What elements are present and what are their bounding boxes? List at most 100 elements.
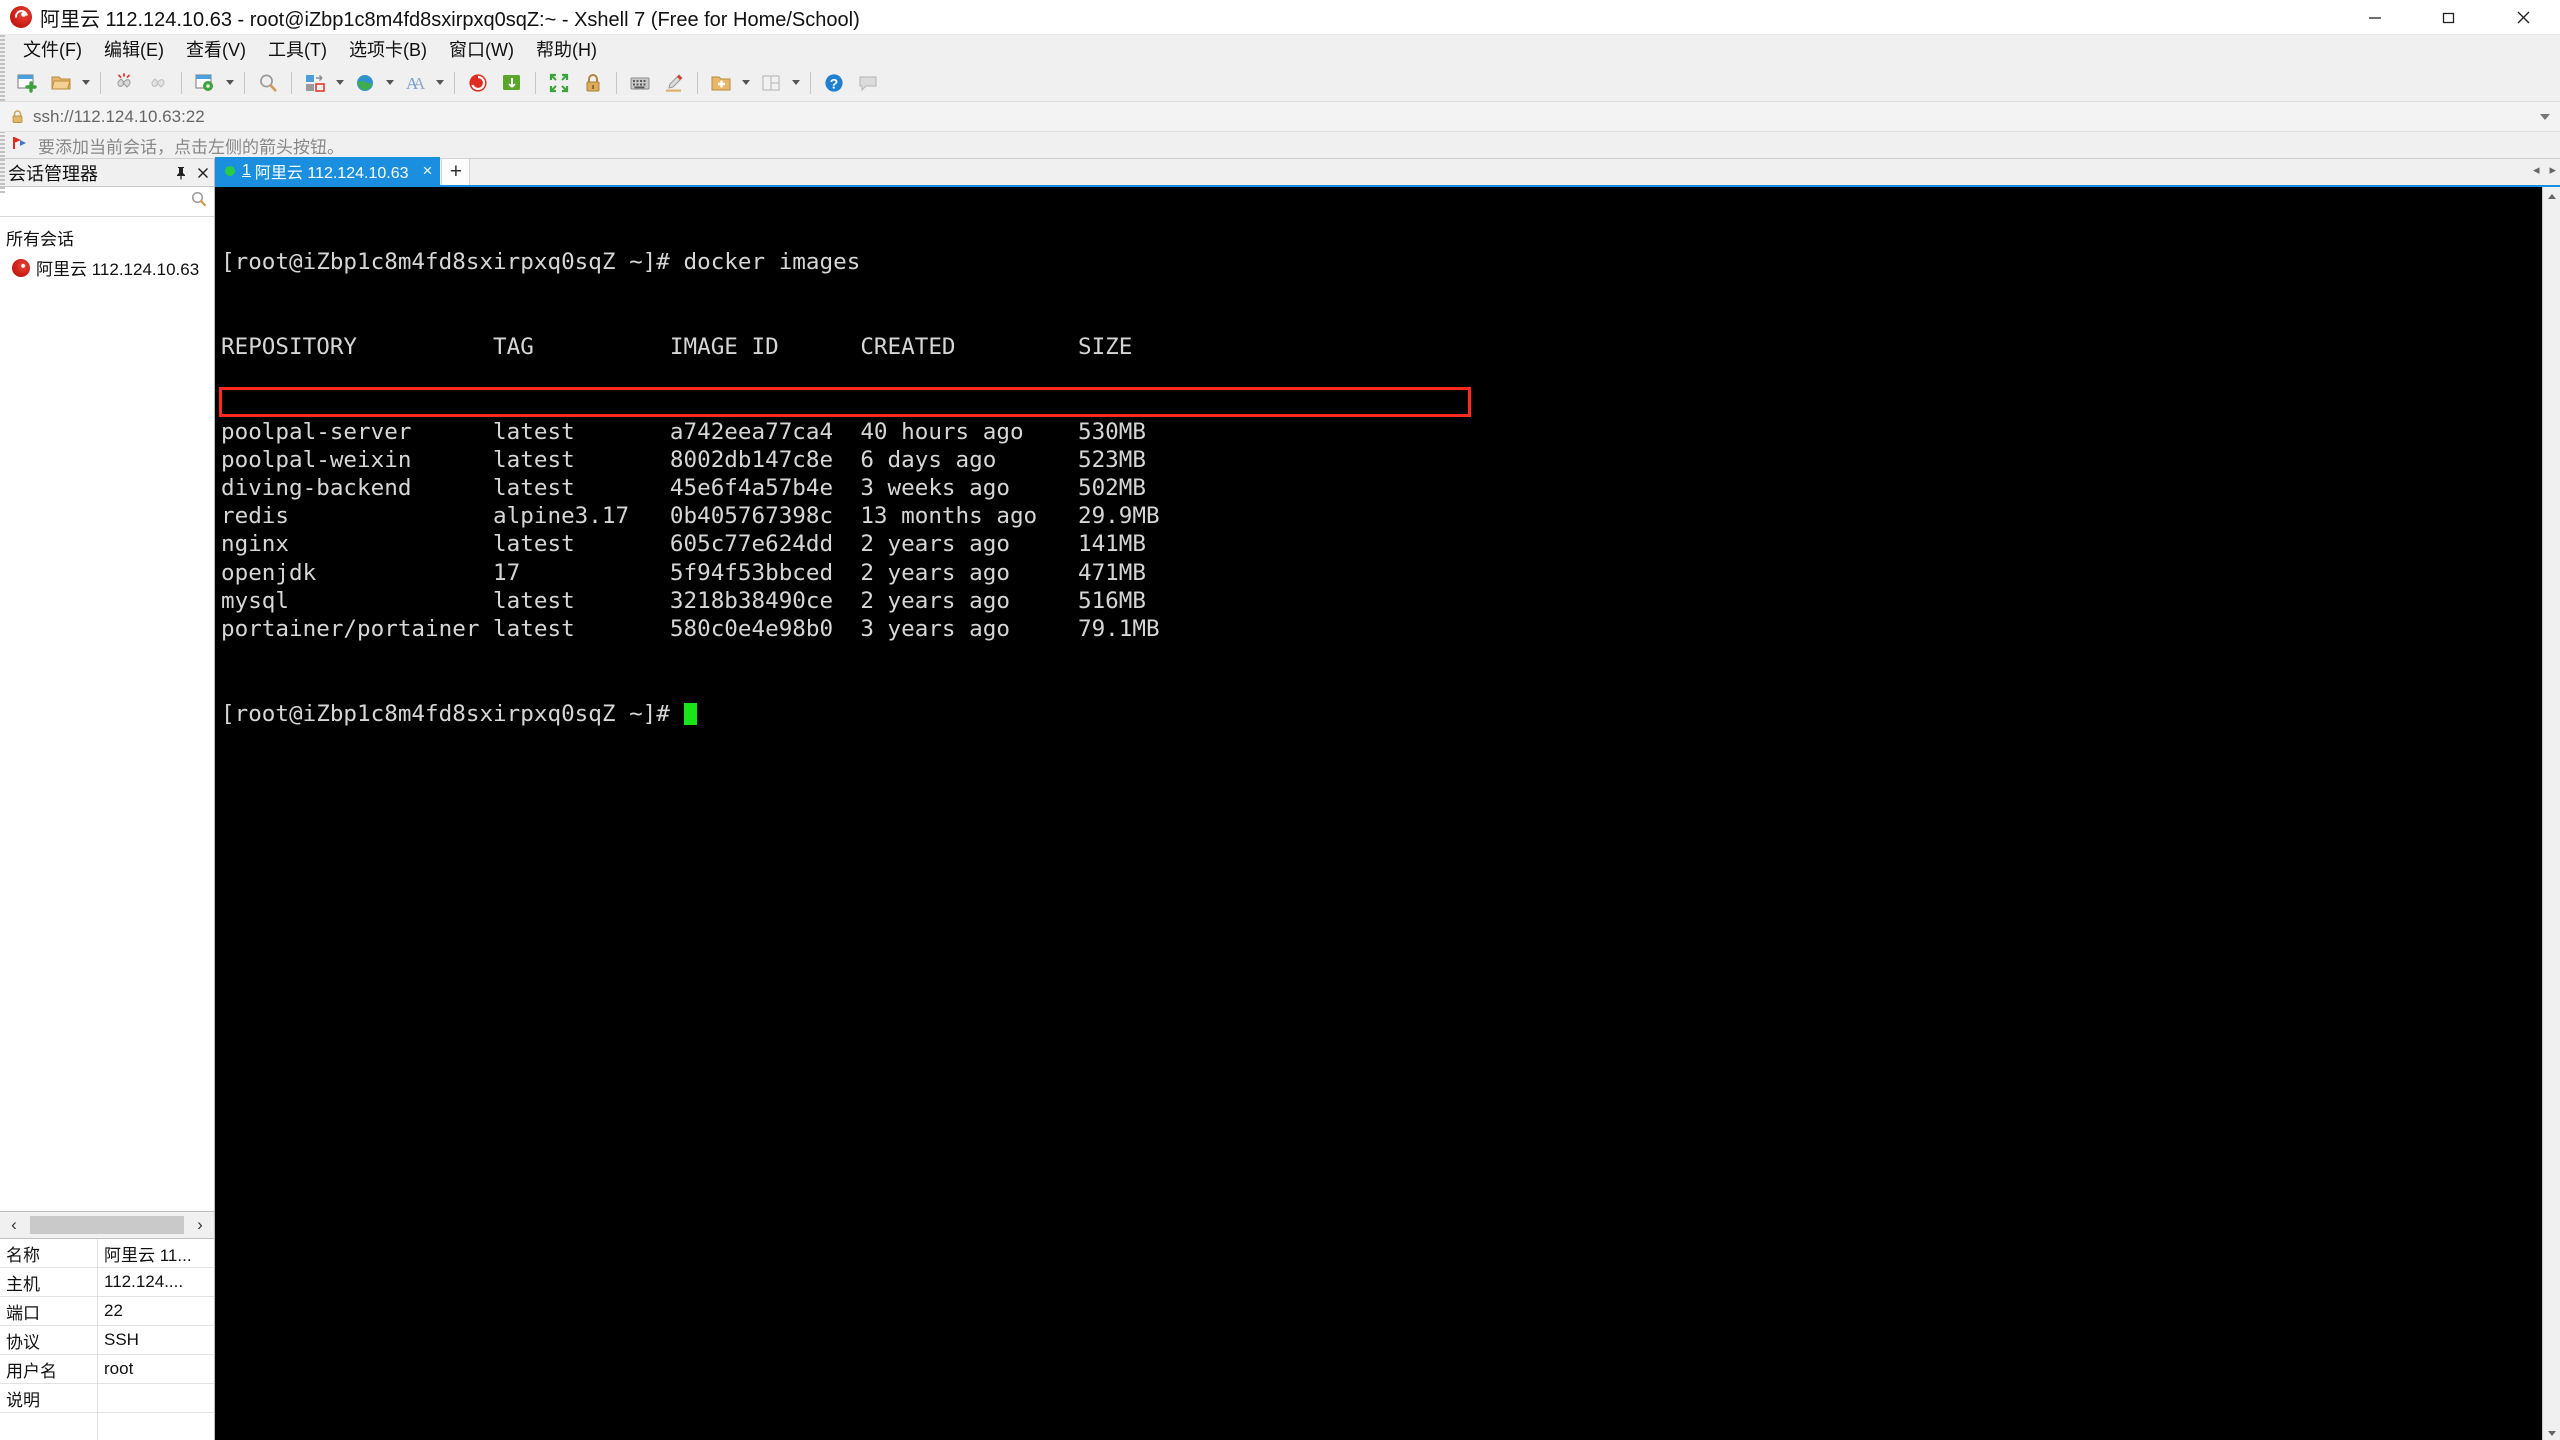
app-icon <box>8 4 34 30</box>
open-folder-icon[interactable] <box>44 67 78 99</box>
transfer-dropdown-icon[interactable] <box>332 67 348 99</box>
xftp-icon[interactable] <box>495 67 529 99</box>
new-folder-icon[interactable] <box>704 67 738 99</box>
svg-text:?: ? <box>830 75 839 91</box>
prop-key: 说明 <box>0 1384 98 1412</box>
session-item-label: 阿里云 112.124.10.63 <box>36 260 200 279</box>
toolbar-separator <box>244 71 245 94</box>
close-icon[interactable]: × <box>423 161 433 181</box>
comment-icon[interactable] <box>851 67 885 99</box>
maximize-button[interactable] <box>2412 0 2486 35</box>
layout-icon[interactable] <box>754 67 788 99</box>
terminal-table-row: poolpal-weixin latest 8002db147c8e 6 day… <box>221 446 1146 473</box>
menu-bar: 文件(F) 编辑(E) 查看(V) 工具(T) 选项卡(B) 窗口(W) 帮助(… <box>0 35 2560 64</box>
prop-key: 主机 <box>0 1268 98 1296</box>
menu-file[interactable]: 文件(F) <box>14 33 91 65</box>
session-search-field[interactable] <box>0 187 214 217</box>
new-folder-dropdown-icon[interactable] <box>738 67 754 99</box>
minimize-button[interactable] <box>2338 0 2412 35</box>
table-row: 协议 SSH <box>0 1326 214 1355</box>
terminal-table-row: mysql latest 3218b38490ce 2 years ago 51… <box>221 587 1146 614</box>
toolbar-separator <box>291 71 292 94</box>
close-icon[interactable] <box>192 162 214 184</box>
pin-icon[interactable] <box>170 162 192 184</box>
tab-scroll-right-icon[interactable]: ▸ <box>2549 162 2556 178</box>
prop-key: 协议 <box>0 1326 98 1354</box>
table-row: 说明 <box>0 1384 214 1413</box>
tab-label: 阿里云 112.124.10.63 <box>254 165 409 182</box>
tree-root-all-sessions[interactable]: 所有会话 <box>2 223 214 252</box>
terminal-area: 1 阿里云 112.124.10.63 × + ◂ ▸ [root@iZbp1c… <box>215 157 2560 1440</box>
font-dropdown-icon[interactable] <box>432 67 448 99</box>
menu-view[interactable]: 查看(V) <box>177 33 255 65</box>
terminal-cursor <box>683 702 697 725</box>
lock-icon <box>10 109 25 124</box>
terminal-table-header: REPOSITORY TAG IMAGE ID CREATED SIZE <box>221 334 1133 361</box>
fullscreen-icon[interactable] <box>542 67 576 99</box>
menu-help[interactable]: 帮助(H) <box>527 33 606 65</box>
address-bar[interactable]: ssh://112.124.10.63:22 <box>0 102 2560 132</box>
prop-value <box>98 1384 214 1412</box>
table-row: 用户名 root <box>0 1355 214 1384</box>
prop-key: 端口 <box>0 1297 98 1325</box>
toolbar-separator <box>616 71 617 94</box>
nav-prev-button[interactable]: ‹ <box>0 1212 28 1238</box>
find-icon[interactable] <box>251 67 285 99</box>
svg-text:A: A <box>413 74 426 93</box>
session-item-aliyun[interactable]: 阿里云 112.124.10.63 <box>2 252 214 283</box>
new-session-icon[interactable] <box>10 67 44 99</box>
keyboard-icon[interactable] <box>623 67 657 99</box>
reconnect-icon[interactable] <box>141 67 175 99</box>
globe-icon[interactable] <box>348 67 382 99</box>
main-content: 会话管理器 所有会话 阿里云 112.124.10.63 ‹ › 名称 阿里云 … <box>0 157 2560 1440</box>
menu-edit[interactable]: 编辑(E) <box>95 33 173 65</box>
lock-icon[interactable] <box>576 67 610 99</box>
help-icon[interactable]: ? <box>817 67 851 99</box>
session-properties-icon[interactable] <box>188 67 222 99</box>
close-button[interactable] <box>2486 0 2560 35</box>
tab-scroll-left-icon[interactable]: ◂ <box>2533 162 2540 178</box>
session-manager-panel: 会话管理器 所有会话 阿里云 112.124.10.63 ‹ › 名称 阿里云 … <box>0 159 215 1440</box>
flag-arrow-icon <box>12 135 30 156</box>
notice-bar: 要添加当前会话，点击左侧的箭头按钮。 <box>0 132 2560 159</box>
xshell-icon[interactable] <box>461 67 495 99</box>
menu-window[interactable]: 窗口(W) <box>440 33 523 65</box>
terminal-table-row: nginx latest 605c77e624dd 2 years ago 14… <box>221 531 1146 558</box>
toolbar-separator <box>181 71 182 94</box>
tab-strip: 1 阿里云 112.124.10.63 × + ◂ ▸ <box>215 157 2560 187</box>
layout-dropdown-icon[interactable] <box>788 67 804 99</box>
tab-strip-controls: ◂ ▸ <box>2533 162 2556 178</box>
new-tab-button[interactable]: + <box>441 158 471 185</box>
disconnect-icon[interactable] <box>107 67 141 99</box>
terminal-prompt-line: [root@iZbp1c8m4fd8sxirpxq0sqZ ~]# docker… <box>221 249 861 276</box>
window-controls <box>2338 0 2560 35</box>
title-bar: 阿里云 112.124.10.63 - root@iZbp1c8m4fd8sxi… <box>0 0 2560 35</box>
tab-session-1[interactable]: 1 阿里云 112.124.10.63 × <box>215 157 441 185</box>
table-row <box>0 1413 214 1440</box>
session-properties-table: 名称 阿里云 11... 主机 112.124.... 端口 22 协议 SSH… <box>0 1239 214 1440</box>
menu-tab[interactable]: 选项卡(B) <box>340 33 436 65</box>
globe-dropdown-icon[interactable] <box>382 67 398 99</box>
search-icon[interactable] <box>190 190 208 213</box>
toolbar-separator <box>454 71 455 94</box>
font-icon[interactable]: A A <box>398 67 432 99</box>
terminal-table-row: poolpal-server latest a742eea77ca4 40 ho… <box>221 418 1146 445</box>
highlight-box-openjdk <box>219 387 1471 418</box>
table-row: 主机 112.124.... <box>0 1268 214 1297</box>
session-properties-dropdown-icon[interactable] <box>222 67 238 99</box>
scroll-up-button[interactable] <box>2543 187 2560 205</box>
terminal-table-row: portainer/portainer latest 580c0e4e98b0 … <box>221 616 1160 643</box>
nav-next-button[interactable]: › <box>186 1212 214 1238</box>
status-dot-icon <box>225 166 235 176</box>
chevron-down-icon[interactable] <box>2540 113 2550 120</box>
terminal-scrollbar[interactable] <box>2542 187 2560 1440</box>
terminal-output[interactable]: [root@iZbp1c8m4fd8sxirpxq0sqZ ~]# docker… <box>215 187 2542 1440</box>
aliyun-icon <box>12 258 30 277</box>
highlight-icon[interactable] <box>657 67 691 99</box>
menu-tools[interactable]: 工具(T) <box>259 33 336 65</box>
nav-track[interactable] <box>30 1216 184 1234</box>
scroll-down-button[interactable] <box>2543 1424 2560 1440</box>
terminal-table-row: openjdk 17 5f94f53bbced 2 years ago 471M… <box>221 559 1146 586</box>
transfer-icon[interactable] <box>298 67 332 99</box>
open-folder-dropdown-icon[interactable] <box>78 67 94 99</box>
